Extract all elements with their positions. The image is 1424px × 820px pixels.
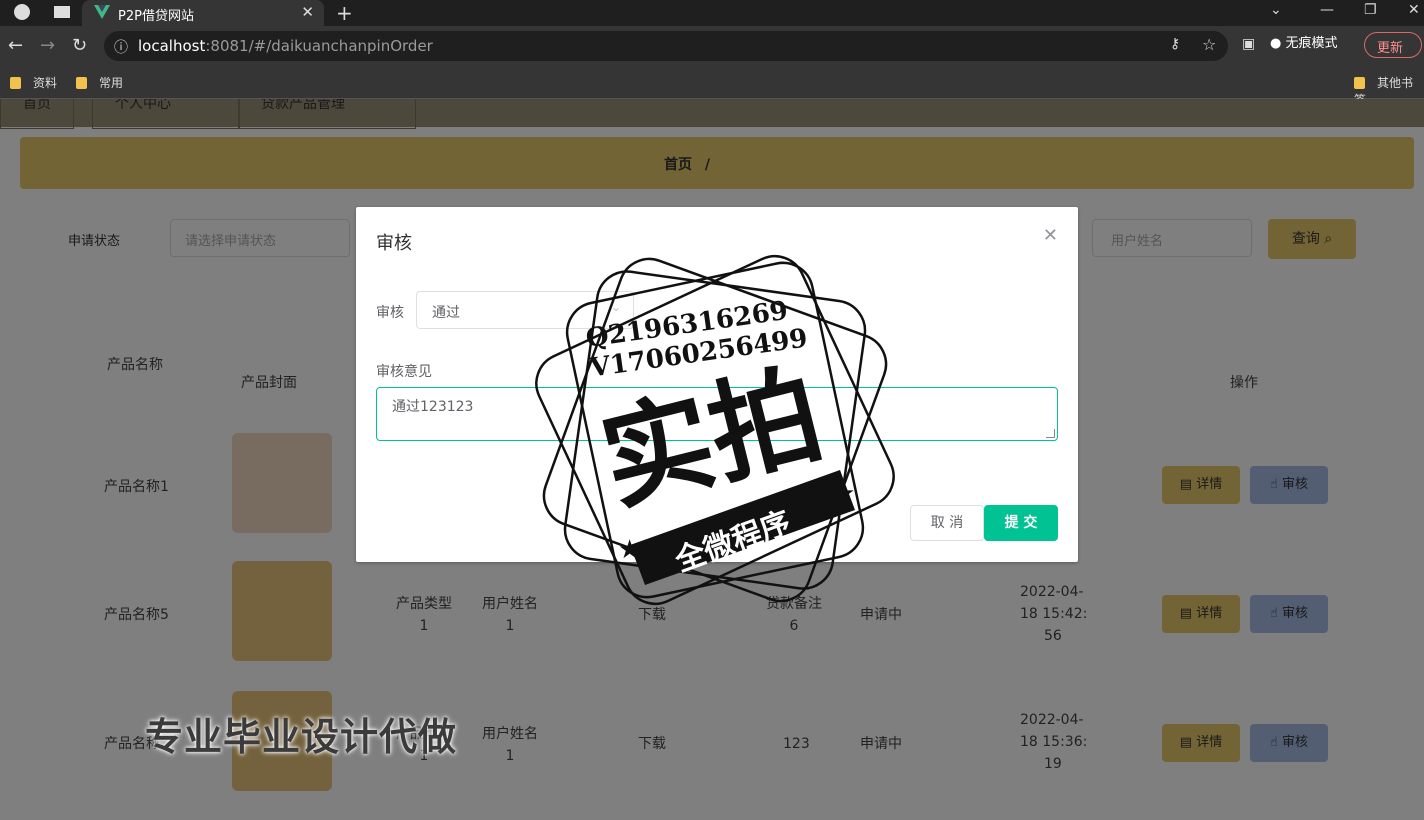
address-bar[interactable]: ⓘ localhost:8081/#/daikuanchanpinOrder ⚷… <box>104 31 1228 61</box>
forward-icon[interactable]: → <box>40 35 55 56</box>
reload-icon[interactable]: ↻ <box>72 35 87 56</box>
dialog-title: 审核 <box>376 233 412 254</box>
stamp-watermark: Q2196316269 V17060256499 实拍 全微程序 ★ ★ <box>535 254 895 606</box>
tab-icon[interactable] <box>54 6 70 18</box>
opinion-field-label: 审核意见 <box>376 364 432 380</box>
tab-search-icon[interactable]: ⌄ <box>1270 2 1282 18</box>
cancel-button[interactable]: 取 消 <box>910 505 984 541</box>
browser-tab-strip: P2P借贷网站 ✕ + ⌄ — ❐ ✕ <box>0 0 1424 26</box>
bookmarks-bar: 资料 常用 其他书签 <box>0 68 1424 107</box>
close-window-icon[interactable]: ✕ <box>1408 2 1420 18</box>
close-icon[interactable]: ✕ <box>1043 225 1058 246</box>
sidebar-icon[interactable]: ▣ <box>1242 36 1255 52</box>
minimize-icon[interactable]: — <box>1320 2 1334 18</box>
incognito-label[interactable]: ● 无痕模式 <box>1270 32 1338 51</box>
restore-icon[interactable]: ❐ <box>1364 2 1377 18</box>
star-icon[interactable]: ☆ <box>1202 35 1216 54</box>
vue-logo-icon <box>94 5 110 19</box>
opinion-value: 通过123123 <box>392 399 474 415</box>
star-icon: ★ <box>832 479 855 509</box>
key-icon[interactable]: ⚷ <box>1170 36 1180 52</box>
globe-icon[interactable] <box>14 4 30 20</box>
url-text: localhost:8081/#/daikuanchanpinOrder <box>138 37 433 55</box>
back-icon[interactable]: ← <box>8 35 23 56</box>
close-tab-icon[interactable]: ✕ <box>301 3 314 21</box>
update-button[interactable]: 更新 <box>1364 32 1422 58</box>
info-icon[interactable]: ⓘ <box>114 37 128 57</box>
audit-result-value: 通过 <box>432 305 460 321</box>
submit-button[interactable]: 提 交 <box>984 505 1058 541</box>
tab-title: P2P借贷网站 <box>118 9 194 24</box>
browser-tab[interactable]: P2P借贷网站 ✕ <box>82 0 324 26</box>
new-tab-icon[interactable]: + <box>336 1 353 25</box>
resize-handle-icon[interactable] <box>1046 429 1055 438</box>
bookmark-folder-1[interactable]: 资料 <box>10 74 57 91</box>
bookmark-folder-2[interactable]: 常用 <box>76 74 123 91</box>
star-icon: ★ <box>618 535 641 565</box>
promo-watermark: 专业毕业设计代做 <box>145 715 458 759</box>
browser-toolbar: ← → ↻ ⓘ localhost:8081/#/daikuanchanpinO… <box>0 26 1424 68</box>
audit-field-label: 审核 <box>376 305 404 321</box>
